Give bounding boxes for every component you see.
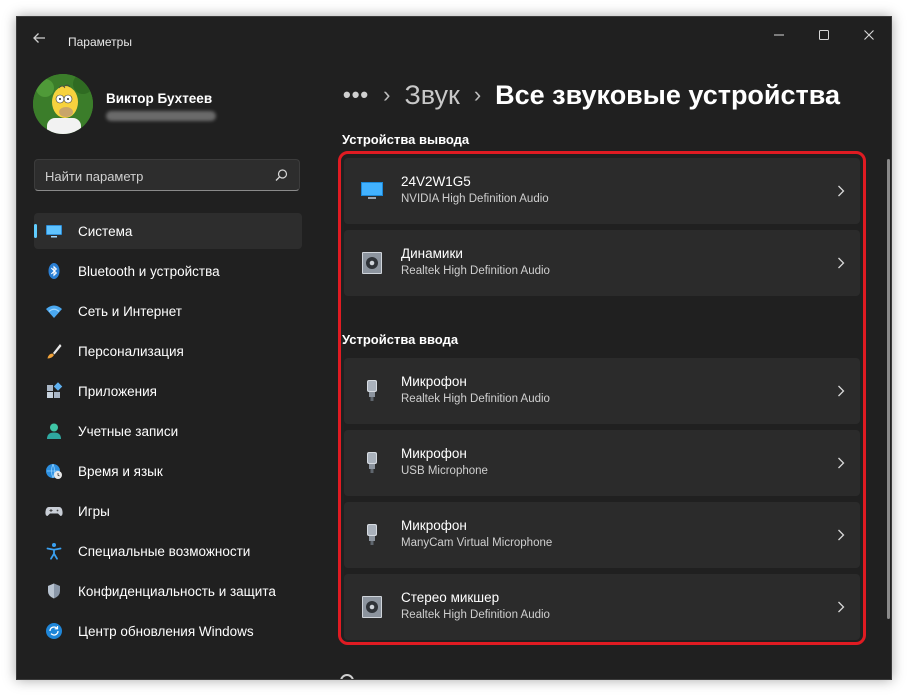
breadcrumb: ••• › Звук › Все звуковые устройства: [343, 75, 840, 115]
chevron-right-icon: [836, 456, 846, 470]
sidebar-nav: Система Bluetooth и устройства Сеть и Ин…: [34, 213, 302, 653]
device-driver: Realtek High Definition Audio: [401, 265, 550, 277]
back-arrow-icon[interactable]: [31, 30, 51, 50]
title-bar: Параметры: [17, 17, 891, 55]
sidebar-item-label: Время и язык: [78, 464, 163, 479]
close-icon[interactable]: [857, 25, 881, 45]
output-devices-heading: Устройства вывода: [342, 132, 470, 147]
update-icon: [45, 622, 63, 640]
device-driver: NVIDIA High Definition Audio: [401, 193, 549, 205]
sidebar-item-label: Bluetooth и устройства: [78, 264, 220, 279]
sidebar-item-label: Специальные возможности: [78, 544, 251, 559]
input-devices-heading: Устройства ввода: [342, 332, 459, 347]
sidebar-item-windows-update[interactable]: Центр обновления Windows: [34, 613, 302, 649]
breadcrumb-separator: ›: [473, 82, 482, 107]
sidebar-item-label: Сеть и Интернет: [78, 304, 182, 319]
device-name: Микрофон: [401, 374, 467, 389]
search-icon[interactable]: [274, 168, 289, 183]
sidebar-item-accounts[interactable]: Учетные записи: [34, 413, 302, 449]
chevron-right-icon: [836, 184, 846, 198]
partial-icon: [340, 674, 354, 679]
device-row[interactable]: Микрофон ManyCam Virtual Microphone: [344, 502, 860, 568]
microphone-icon: [360, 380, 384, 402]
search-box[interactable]: [34, 159, 300, 191]
device-row[interactable]: Микрофон USB Microphone: [344, 430, 860, 496]
microphone-icon: [360, 524, 384, 546]
sidebar-item-label: Учетные записи: [78, 424, 179, 439]
device-name: Стерео микшер: [401, 590, 500, 605]
device-name: Динамики: [401, 246, 463, 261]
device-row[interactable]: Динамики Realtek High Definition Audio: [344, 230, 860, 296]
chevron-right-icon: [836, 600, 846, 614]
maximize-icon[interactable]: [812, 25, 836, 45]
monitor-device-icon: [360, 180, 384, 202]
chevron-right-icon: [836, 528, 846, 542]
sidebar-item-label: Центр обновления Windows: [78, 624, 254, 639]
sidebar-item-personalization[interactable]: Персонализация: [34, 333, 302, 369]
sidebar-item-games[interactable]: Игры: [34, 493, 302, 529]
page-title: Все звуковые устройства: [495, 79, 841, 110]
device-name: Микрофон: [401, 446, 467, 461]
shield-icon: [45, 582, 63, 600]
sidebar-item-privacy[interactable]: Конфиденциальность и защита: [34, 573, 302, 609]
device-row[interactable]: Стерео микшер Realtek High Definition Au…: [344, 574, 860, 640]
sidebar-item-label: Игры: [78, 504, 110, 519]
sidebar-item-label: Конфиденциальность и защита: [78, 584, 276, 599]
sidebar-item-label: Система: [78, 224, 133, 239]
chevron-right-icon: [836, 256, 846, 270]
accessibility-icon: [45, 542, 63, 560]
sidebar-item-label: Персонализация: [78, 344, 184, 359]
avatar[interactable]: [33, 74, 93, 134]
monitor-icon: [45, 222, 63, 240]
device-driver: Realtek High Definition Audio: [401, 609, 550, 621]
window-title: Параметры: [68, 35, 132, 49]
sidebar-item-bluetooth[interactable]: Bluetooth и устройства: [34, 253, 302, 289]
sidebar-item-label: Приложения: [78, 384, 157, 399]
sidebar-item-time-language[interactable]: Время и язык: [34, 453, 302, 489]
device-driver: USB Microphone: [401, 465, 488, 477]
apps-icon: [45, 382, 63, 400]
sidebar-item-apps[interactable]: Приложения: [34, 373, 302, 409]
device-name: 24V2W1G5: [401, 174, 471, 189]
device-name: Микрофон: [401, 518, 467, 533]
speaker-icon: [360, 252, 384, 274]
wifi-icon: [45, 302, 63, 320]
globe-clock-icon: [45, 462, 63, 480]
scrollbar[interactable]: [887, 159, 890, 619]
person-icon: [45, 422, 63, 440]
user-email-blurred: [106, 111, 216, 121]
device-row[interactable]: 24V2W1G5 NVIDIA High Definition Audio: [344, 158, 860, 224]
breadcrumb-parent-link[interactable]: Звук: [404, 80, 459, 111]
breadcrumb-more-button[interactable]: •••: [343, 82, 369, 108]
device-driver: Realtek High Definition Audio: [401, 393, 550, 405]
breadcrumb-separator: ›: [383, 82, 391, 107]
bluetooth-icon: [45, 262, 63, 280]
settings-window: Параметры Виктор Бухтеев Найти параметр …: [16, 16, 892, 680]
microphone-icon: [360, 452, 384, 474]
speaker-icon: [360, 596, 384, 618]
gamepad-icon: [45, 502, 63, 520]
search-input[interactable]: [45, 168, 265, 184]
minimize-icon[interactable]: [767, 25, 791, 45]
brush-icon: [45, 342, 63, 360]
sidebar-item-system[interactable]: Система: [34, 213, 302, 249]
device-driver: ManyCam Virtual Microphone: [401, 537, 553, 549]
sidebar-item-accessibility[interactable]: Специальные возможности: [34, 533, 302, 569]
device-row[interactable]: Микрофон Realtek High Definition Audio: [344, 358, 860, 424]
sidebar-item-network[interactable]: Сеть и Интернет: [34, 293, 302, 329]
user-name: Виктор Бухтеев: [106, 91, 213, 106]
chevron-right-icon: [836, 384, 846, 398]
